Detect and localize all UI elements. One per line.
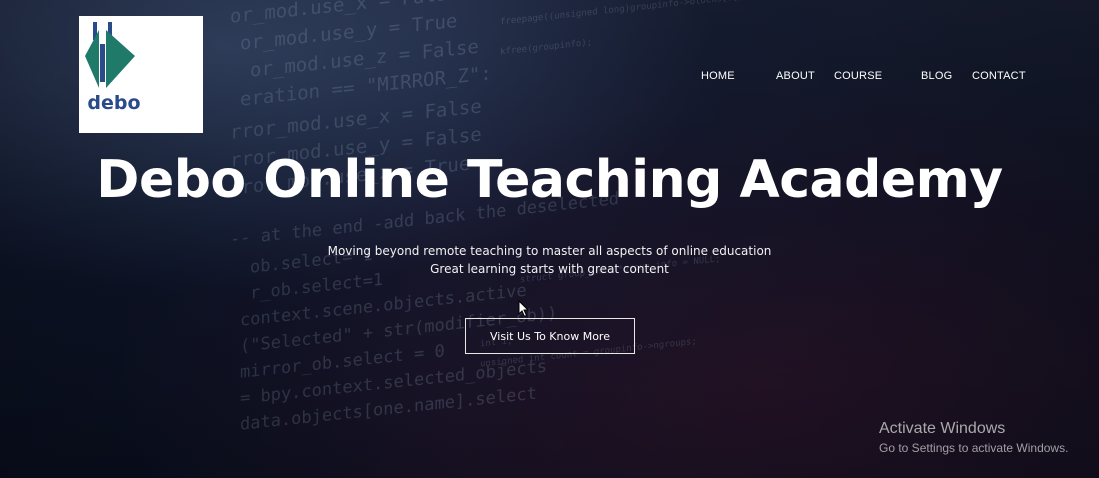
hero-subtitle-line2: Great learning starts with great content (430, 262, 669, 276)
nav-blog[interactable]: BLOG (921, 70, 952, 82)
mouse-cursor-icon (518, 300, 530, 318)
nav-home[interactable]: HOME (701, 70, 735, 82)
main-nav: HOME ABOUT COURSE BLOG CONTACT (0, 70, 1099, 86)
nav-about[interactable]: ABOUT (776, 70, 815, 82)
windows-activation-subtitle: Go to Settings to activate Windows. (879, 441, 1069, 455)
logo-text: debo (87, 92, 141, 114)
hero-title: Debo Online Teaching Academy (96, 150, 1003, 210)
nav-contact[interactable]: CONTACT (972, 70, 1026, 82)
visit-us-button[interactable]: Visit Us To Know More (465, 318, 635, 354)
nav-course[interactable]: COURSE (834, 70, 882, 82)
windows-activation-title: Activate Windows (879, 420, 1006, 437)
hero-subtitle-line1: Moving beyond remote teaching to master … (327, 244, 772, 258)
